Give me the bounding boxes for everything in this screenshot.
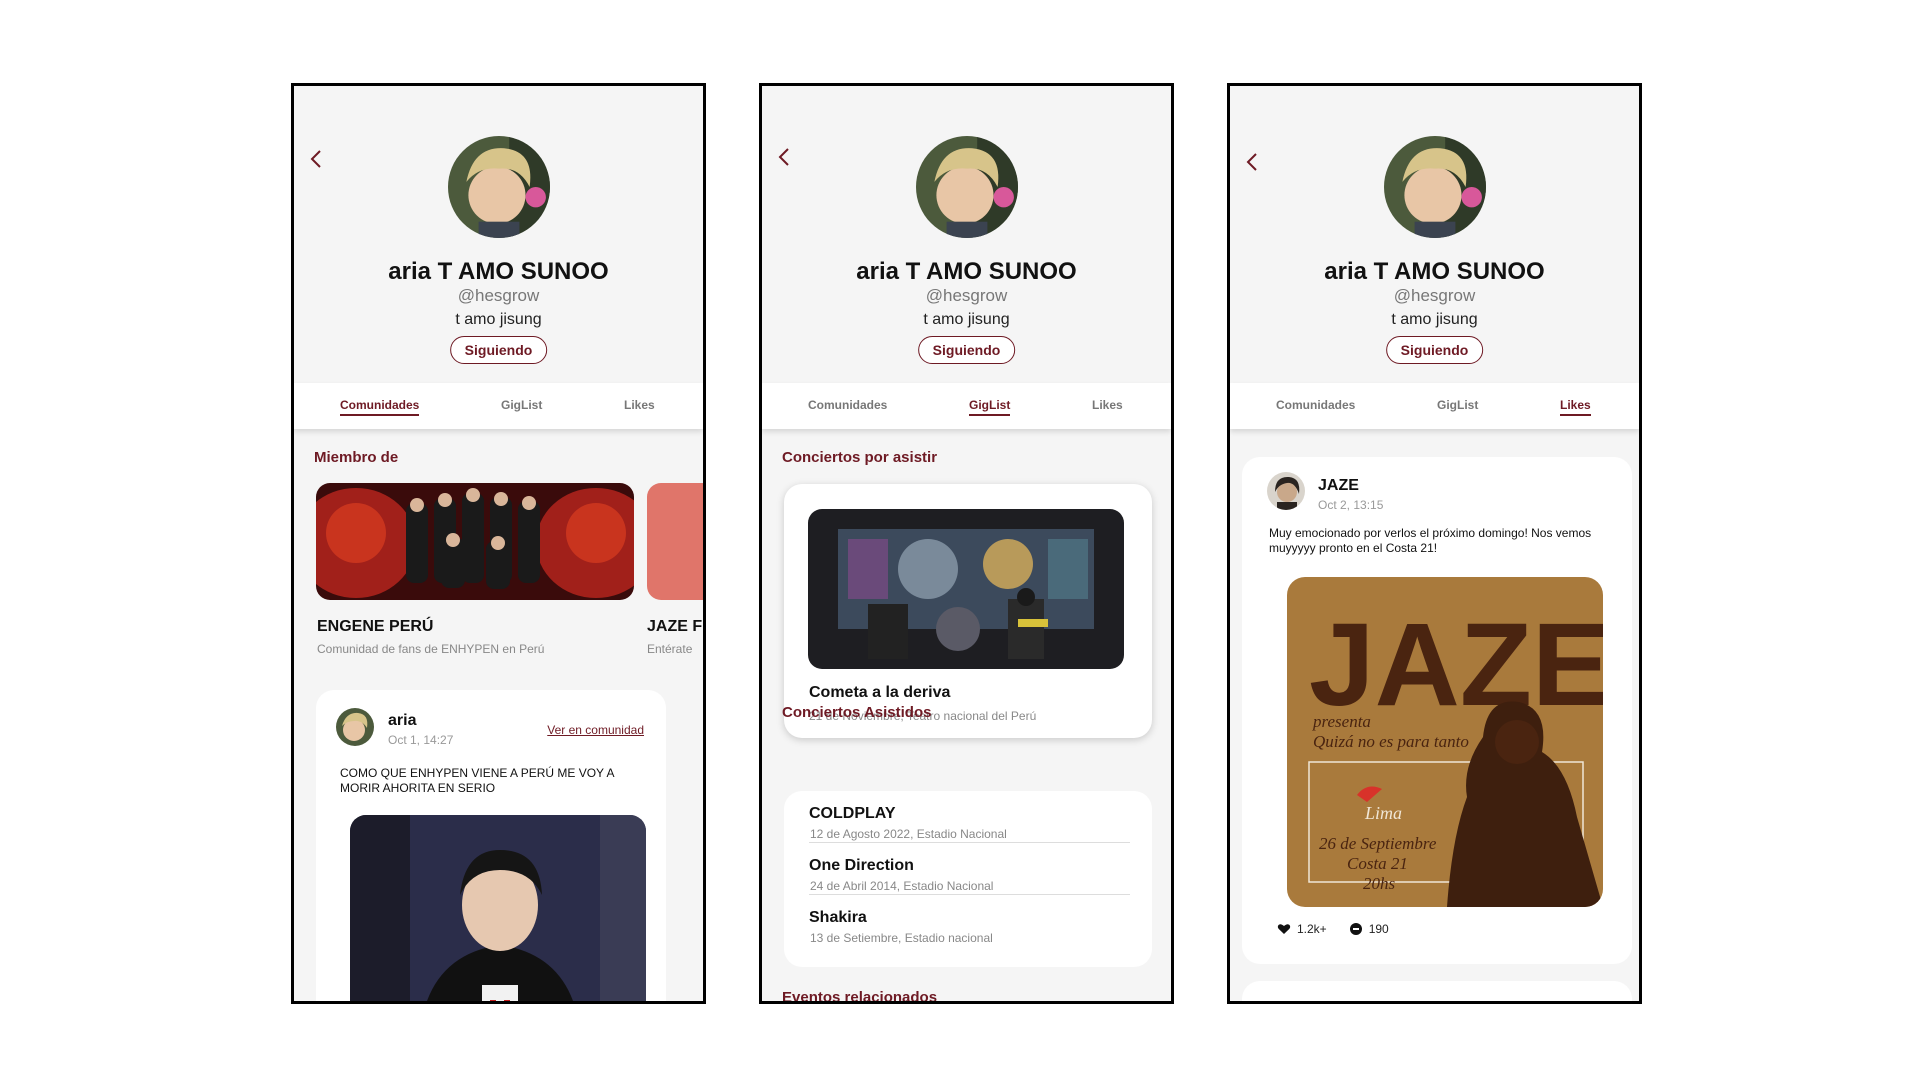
post-author-avatar [336, 708, 374, 746]
poster-album: Quizá no es para tanto [1313, 732, 1469, 751]
phone-screen-likes: aria T AMO SUNOO @hesgrow t amo jisung S… [1227, 83, 1642, 1004]
upcoming-concert-card[interactable]: Cometa a la deriva 21 de Noviembre, Teat… [784, 484, 1152, 738]
attended-concert-name: Shakira [809, 909, 867, 926]
heart-icon[interactable] [1277, 922, 1291, 936]
comments-count: 190 [1368, 922, 1389, 936]
tab-giglist[interactable]: GigList [501, 398, 542, 412]
concert-name: Cometa a la deriva [809, 684, 951, 701]
following-button[interactable]: Siguiendo [1385, 336, 1484, 364]
back-chevron-icon[interactable] [306, 148, 328, 170]
community-description: Entérate [647, 642, 693, 656]
poster-venue: Costa 21 [1347, 854, 1408, 873]
poster-date: 26 de Septiembre [1319, 834, 1437, 853]
profile-tabs: Comunidades GigList Likes [294, 383, 703, 429]
comment-icon[interactable] [1349, 922, 1363, 936]
profile-bio: t amo jisung [923, 311, 1010, 328]
post-image[interactable] [350, 815, 646, 1001]
attended-concert-item[interactable]: COLDPLAY 12 de Agosto 2022, Estadio Naci… [809, 791, 1130, 843]
profile-tabs: Comunidades GigList Likes [762, 383, 1171, 429]
tab-giglist[interactable]: GigList [1437, 398, 1478, 412]
section-title-attended: Conciertos Asistidos [782, 704, 932, 721]
profile-avatar [1383, 136, 1486, 238]
profile-avatar [915, 136, 1018, 238]
tab-comunidades[interactable]: Comunidades [1276, 398, 1355, 412]
poster-presenta: presenta [1312, 712, 1371, 731]
community-post-card: aria Oct 1, 14:27 Ver en comunidad COMO … [316, 690, 666, 1001]
tab-comunidades[interactable]: Comunidades [340, 398, 420, 416]
profile-name: aria T AMO SUNOO [856, 258, 1077, 285]
post-stats: 1.2k+ 190 [1277, 922, 1389, 936]
community-card-engene[interactable] [316, 483, 634, 600]
back-chevron-icon[interactable] [1242, 151, 1264, 173]
post-author[interactable]: aria [388, 712, 416, 730]
concert-poster-image[interactable]: JAZE presenta Quizá no es para tanto Lim… [1287, 577, 1603, 907]
tab-likes[interactable]: Likes [1092, 398, 1123, 412]
phone-screen-giglist: aria T AMO SUNOO @hesgrow t amo jisung S… [759, 83, 1174, 1004]
liked-post-card: JAZE Oct 2, 13:15 Muy emocionado por ver… [1242, 457, 1632, 964]
community-description: Comunidad de fans de ENHYPEN en Perú [317, 642, 545, 656]
profile-tabs: Comunidades GigList Likes [1230, 383, 1639, 429]
attended-concert-detail: 24 de Abril 2014, Estadio Nacional [810, 879, 994, 893]
post-timestamp: Oct 1, 14:27 [388, 733, 454, 747]
post-author-avatar [1267, 472, 1305, 510]
attended-concert-item[interactable]: One Direction 24 de Abril 2014, Estadio … [809, 843, 1130, 895]
profile-handle: @hesgrow [457, 286, 540, 305]
poster-city: Lima [1364, 803, 1402, 823]
back-chevron-icon[interactable] [774, 146, 796, 168]
community-name: JAZE F [647, 618, 703, 635]
tab-comunidades[interactable]: Comunidades [808, 398, 887, 412]
tab-likes[interactable]: Likes [1560, 398, 1591, 416]
section-title-member: Miembro de [314, 449, 399, 466]
profile-handle: @hesgrow [1393, 286, 1476, 305]
community-name: ENGENE PERÚ [317, 618, 434, 635]
section-title-upcoming: Conciertos por asistir [782, 449, 938, 466]
post-text: Muy emocionado por verlos el próximo dom… [1269, 526, 1592, 555]
post-text: COMO QUE ENHYPEN VIENE A PERÚ ME VOY A M… [340, 766, 614, 795]
next-post-card [1242, 981, 1632, 1001]
tab-giglist[interactable]: GigList [969, 398, 1011, 416]
profile-name: aria T AMO SUNOO [1324, 258, 1545, 285]
profile-handle: @hesgrow [925, 286, 1008, 305]
following-button[interactable]: Siguiendo [917, 336, 1016, 364]
attended-concert-name: COLDPLAY [809, 805, 896, 822]
following-button[interactable]: Siguiendo [449, 336, 548, 364]
attended-concert-detail: 13 de Setiembre, Estadio nacional [810, 931, 993, 945]
community-card-jaze[interactable] [647, 483, 703, 600]
post-author[interactable]: JAZE [1318, 477, 1359, 495]
profile-name: aria T AMO SUNOO [388, 258, 609, 285]
attended-concerts-list: COLDPLAY 12 de Agosto 2022, Estadio Naci… [784, 791, 1152, 967]
profile-avatar [447, 136, 550, 238]
view-in-community-link[interactable]: Ver en comunidad [547, 723, 644, 737]
section-title-related: Eventos relacionados [782, 989, 938, 1004]
likes-count: 1.2k+ [1297, 922, 1327, 936]
profile-bio: t amo jisung [1391, 311, 1478, 328]
poster-hour: 20hs [1363, 874, 1396, 893]
profile-bio: t amo jisung [455, 311, 542, 328]
concert-image [808, 509, 1124, 669]
attended-concert-detail: 12 de Agosto 2022, Estadio Nacional [810, 827, 1007, 841]
attended-concert-item[interactable]: Shakira 13 de Setiembre, Estadio naciona… [809, 895, 1130, 947]
post-timestamp: Oct 2, 13:15 [1318, 498, 1384, 512]
tab-likes[interactable]: Likes [624, 398, 655, 412]
attended-concert-name: One Direction [809, 857, 914, 874]
phone-screen-comunidades: aria T AMO SUNOO @hesgrow t amo jisung S… [291, 83, 706, 1004]
